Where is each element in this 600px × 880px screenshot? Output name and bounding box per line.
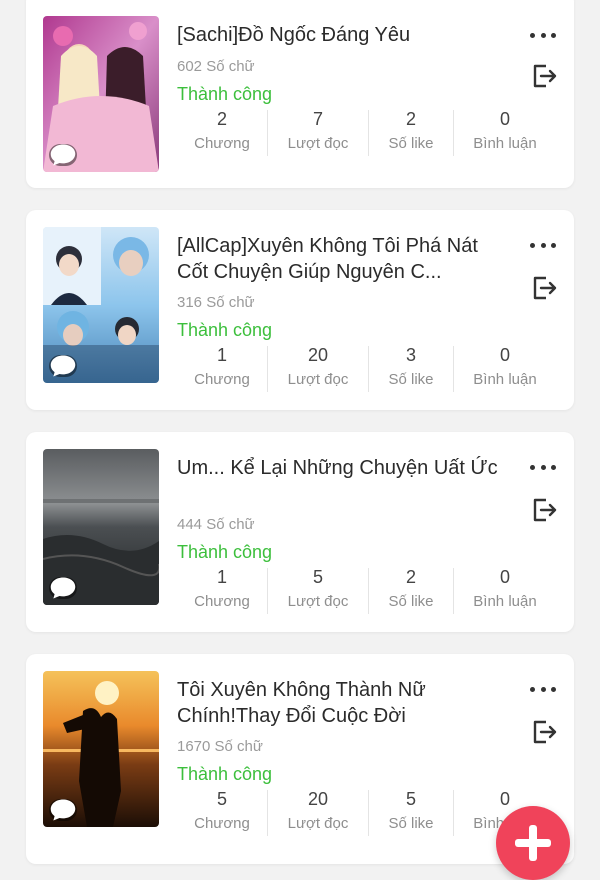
status-text: Thành công — [177, 320, 273, 340]
word-count: 1670 Số chữ — [177, 738, 263, 755]
more-horizontal-icon[interactable] — [530, 240, 556, 250]
more-horizontal-icon[interactable] — [530, 462, 556, 472]
stat-comments: 0Bình luận — [473, 567, 537, 610]
stat-chapters: 2 Chương — [194, 109, 250, 152]
story-stats: 1 Chương 5 Lượt đọc 2 Số like 0 Bình luận — [177, 566, 557, 622]
stat-likes: 5 Số like — [388, 789, 434, 832]
chat-bubble-icon — [49, 577, 77, 599]
story-stats: 1 Chương 20 Lượt đọc 3 Số like 0 Bình luận — [177, 344, 557, 400]
status-text: Thành công — [177, 764, 273, 784]
stat-comments: 0Bình luận — [473, 109, 537, 152]
stat-reads: 20 Lượt đọc — [287, 345, 349, 388]
stat-chapters: 1 Chương — [194, 345, 250, 388]
more-horizontal-icon[interactable] — [530, 684, 556, 694]
story-cover-image[interactable] — [43, 16, 159, 172]
stat-comments: 0Bình luận — [473, 345, 537, 388]
status-text: Thành công — [177, 542, 273, 562]
story-card[interactable]: [Sachi]Đồ Ngốc Đáng Yêu 602 Số chữ Thành… — [26, 0, 574, 188]
story-title[interactable]: Tôi Xuyên Không Thành Nữ Chính!Thay Đổi … — [177, 677, 507, 729]
stat-likes: 2 Số like — [388, 567, 434, 610]
story-card[interactable]: Um... Kể Lại Những Chuyện Uất Ức 444 Số … — [26, 432, 574, 632]
word-count: 316 Số chữ — [177, 294, 255, 311]
chat-bubble-icon — [49, 144, 77, 166]
chat-bubble-icon — [49, 799, 77, 821]
story-stats: 2 Chương 7 Lượt đọc 2 Số like 0 Bình luận — [177, 108, 557, 164]
stat-chapters: 1 Chương — [194, 567, 250, 610]
chat-bubble-icon — [49, 355, 77, 377]
story-card[interactable]: [AllCap]Xuyên Không Tôi Phá Nát Cốt Chuy… — [26, 210, 574, 410]
exit-icon[interactable] — [530, 274, 558, 302]
stat-likes: 2 Số like — [388, 109, 434, 152]
more-horizontal-icon[interactable] — [530, 30, 556, 40]
story-card[interactable]: Tôi Xuyên Không Thành Nữ Chính!Thay Đổi … — [26, 654, 574, 864]
stat-chapters: 5 Chương — [194, 789, 250, 832]
status-text: Thành công — [177, 84, 273, 104]
add-story-button[interactable] — [496, 806, 570, 880]
story-title[interactable]: Um... Kể Lại Những Chuyện Uất Ức — [177, 455, 507, 507]
exit-icon[interactable] — [530, 718, 558, 746]
word-count: 602 Số chữ — [177, 58, 255, 75]
stat-reads: 7 Lượt đọc — [287, 109, 349, 152]
stat-reads: 20 Lượt đọc — [287, 789, 349, 832]
story-cover-image[interactable] — [43, 227, 159, 383]
story-title[interactable]: [AllCap]Xuyên Không Tôi Phá Nát Cốt Chuy… — [177, 233, 507, 285]
stat-reads: 5 Lượt đọc — [287, 567, 349, 610]
story-cover-image[interactable] — [43, 449, 159, 605]
story-title[interactable]: [Sachi]Đồ Ngốc Đáng Yêu — [177, 22, 507, 48]
exit-icon[interactable] — [530, 496, 558, 524]
stat-likes: 3 Số like — [388, 345, 434, 388]
story-cover-image[interactable] — [43, 671, 159, 827]
word-count: 444 Số chữ — [177, 516, 255, 533]
exit-icon[interactable] — [530, 62, 558, 90]
